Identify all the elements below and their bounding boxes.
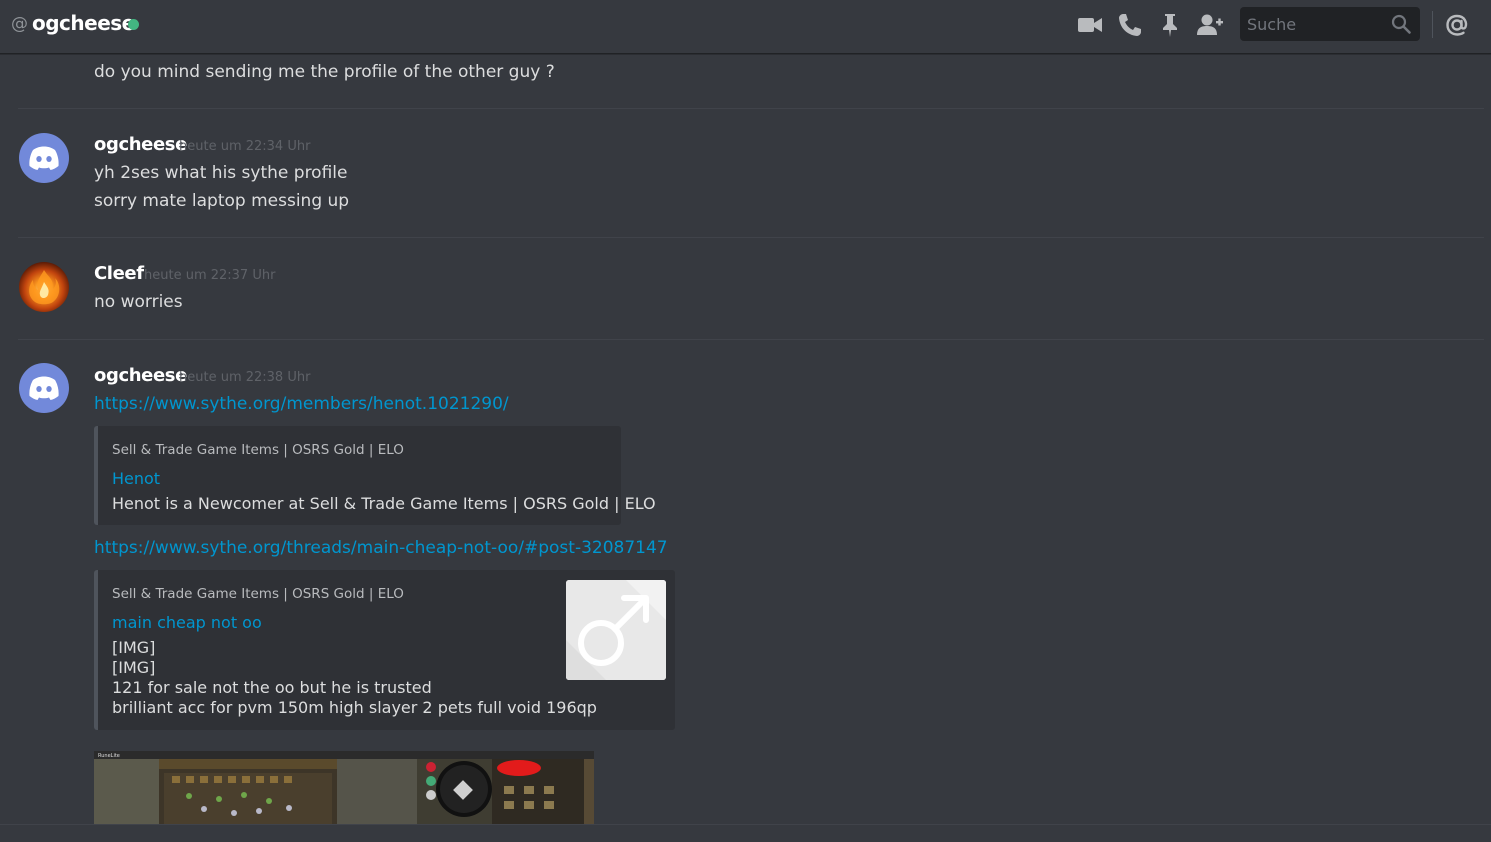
message-list[interactable]: do you mind sending me the profile of th…	[0, 54, 1491, 824]
mention-icon[interactable]	[1443, 11, 1471, 39]
embed-provider[interactable]: Sell & Trade Game Items | OSRS Gold | EL…	[112, 442, 404, 458]
search-icon[interactable]	[1390, 13, 1412, 35]
online-status-indicator	[128, 19, 139, 30]
search-box[interactable]	[1240, 7, 1420, 41]
message-timestamp: heute um 22:34 Uhr	[179, 139, 311, 154]
add-friend-icon[interactable]	[1196, 11, 1224, 39]
embed-description-line: 121 for sale not the oo but he is truste…	[112, 678, 432, 697]
embed-provider[interactable]: Sell & Trade Game Items | OSRS Gold | EL…	[112, 586, 404, 602]
embed-description-line: brilliant acc for pvm 150m high slayer 2…	[112, 698, 597, 717]
channel-header: @ ogcheese	[0, 0, 1491, 54]
male-symbol-icon	[566, 580, 666, 680]
message-link[interactable]: https://www.sythe.org/members/henot.1021…	[94, 394, 509, 414]
image-attachment[interactable]: RuneLite	[94, 751, 594, 824]
message-divider	[18, 237, 1484, 238]
embed-thumbnail[interactable]	[566, 580, 666, 680]
avatar[interactable]	[19, 363, 69, 413]
avatar[interactable]	[19, 262, 69, 312]
link-embed: Sell & Trade Game Items | OSRS Gold | EL…	[94, 426, 656, 525]
embed-description-line: [IMG]	[112, 658, 156, 677]
message-author[interactable]: ogcheese	[94, 365, 187, 386]
video-camera-icon[interactable]	[1076, 11, 1104, 39]
dm-at-symbol: @	[11, 14, 28, 34]
message-divider	[18, 108, 1484, 109]
avatar[interactable]	[19, 133, 69, 183]
message-timestamp: heute um 22:38 Uhr	[179, 370, 311, 385]
chat-input-area-edge	[0, 824, 1491, 842]
pin-icon[interactable]	[1156, 11, 1184, 39]
embed-title[interactable]: Henot	[112, 469, 160, 488]
message-link[interactable]: https://www.sythe.org/threads/main-cheap…	[94, 538, 668, 558]
toolbar-divider	[1432, 11, 1433, 38]
search-input[interactable]	[1240, 7, 1380, 41]
message-divider	[18, 339, 1484, 340]
message-text: no worries	[94, 292, 183, 312]
message-text: sorry mate laptop messing up	[94, 191, 350, 211]
link-embed: Sell & Trade Game Items | OSRS Gold | EL…	[94, 570, 675, 730]
message-text: do you mind sending me the profile of th…	[94, 62, 555, 82]
dm-recipient-name[interactable]: ogcheese	[32, 11, 135, 35]
embed-title[interactable]: main cheap not oo	[112, 613, 262, 632]
svg-text:RuneLite: RuneLite	[98, 753, 120, 759]
phone-icon[interactable]	[1116, 11, 1144, 39]
message-text: yh 2ses what his sythe profile	[94, 163, 348, 183]
message-author[interactable]: Cleef	[94, 263, 144, 284]
message-author[interactable]: ogcheese	[94, 134, 187, 155]
message-timestamp: heute um 22:37 Uhr	[144, 268, 276, 283]
embed-description-line: [IMG]	[112, 638, 156, 657]
embed-description: Henot is a Newcomer at Sell & Trade Game…	[112, 494, 656, 513]
